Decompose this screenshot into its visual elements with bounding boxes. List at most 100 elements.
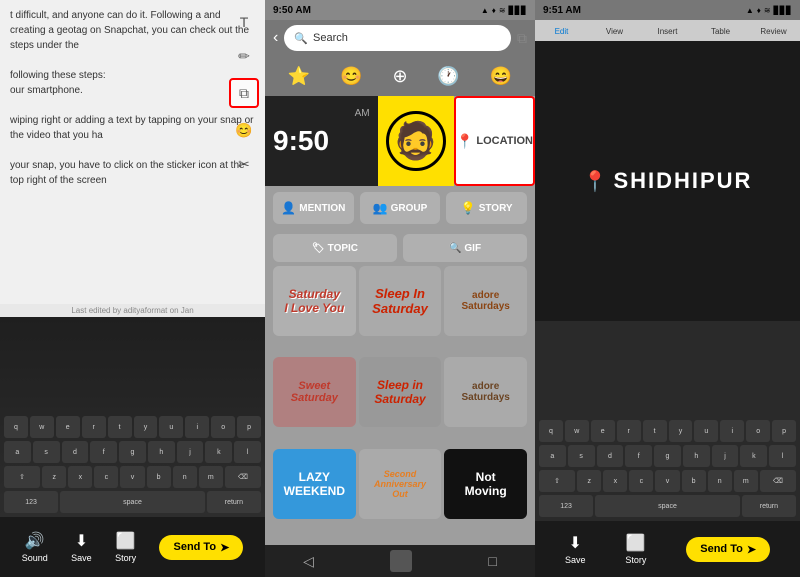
kb-key[interactable]: w [565,420,589,442]
kb-backspace[interactable]: ⌫ [225,466,261,488]
kb-key[interactable]: e [56,416,80,438]
kb-key[interactable]: l [769,445,796,467]
kb-key[interactable]: d [62,441,89,463]
kb-key[interactable]: n [173,466,197,488]
kb-123[interactable]: 123 [539,495,593,517]
right-send-to-button[interactable]: Send To ➤ [686,537,770,562]
gif-filter-button[interactable]: 🔍 GIF [403,234,527,262]
snap-clock-sticker[interactable]: 9:50 AM [265,96,378,186]
kb-space[interactable]: space [595,495,740,517]
kb-key[interactable]: r [617,420,641,442]
kb-key[interactable]: s [33,441,60,463]
kb-key[interactable]: u [159,416,183,438]
sticker-icon-highlighted[interactable]: ⧉ [229,78,259,108]
category-clock-icon[interactable]: 🕐 [437,66,459,87]
topic-filter-button[interactable]: 🏷 TOPIC [273,234,397,262]
kb-key[interactable]: j [712,445,739,467]
kb-key[interactable]: k [740,445,767,467]
sticker-item[interactable]: LAZYWEEKEND [273,449,356,519]
kb-key[interactable]: p [237,416,261,438]
kb-key[interactable]: l [234,441,261,463]
pencil-icon[interactable]: ✏ [232,44,256,68]
category-face-icon[interactable]: 😄 [490,66,512,87]
tab-edit[interactable]: Edit [535,20,588,41]
sticker-item[interactable]: SaturdayI Love You [273,266,356,336]
story-sticker-button[interactable]: 💡 STORY [446,192,527,224]
tab-table[interactable]: Table [694,20,747,41]
kb-key[interactable]: u [694,420,718,442]
kb-key[interactable]: b [147,466,171,488]
kb-key[interactable]: x [603,470,627,492]
kb-key[interactable]: h [148,441,175,463]
right-story-button[interactable]: ⬜ Story [625,533,646,565]
sticker-item[interactable]: SecondAnniversaryOut [359,449,442,519]
tab-review[interactable]: Review [747,20,800,41]
back-button[interactable]: ‹ [273,29,278,47]
kb-123[interactable]: 123 [4,491,58,513]
kb-key[interactable]: e [591,420,615,442]
kb-key[interactable]: i [720,420,744,442]
snap-avatar-sticker[interactable]: 🧔 [378,96,454,186]
kb-key[interactable]: a [539,445,566,467]
kb-key[interactable]: q [539,420,563,442]
kb-key[interactable]: y [669,420,693,442]
mention-button[interactable]: 👤 MENTION [273,192,354,224]
sticker-item[interactable]: adoreSaturdays [444,357,527,427]
save-button[interactable]: ⬇ Save [71,531,92,563]
tab-insert[interactable]: Insert [641,20,694,41]
kb-key[interactable]: m [734,470,758,492]
kb-backspace[interactable]: ⌫ [760,470,796,492]
kb-key[interactable]: k [205,441,232,463]
kb-key[interactable]: s [568,445,595,467]
story-button[interactable]: ⬜ Story [115,531,136,563]
kb-shift[interactable]: ⇧ [539,470,575,492]
kb-key[interactable]: x [68,466,92,488]
kb-key[interactable]: p [772,420,796,442]
kb-return[interactable]: return [742,495,796,517]
kb-key[interactable]: q [4,416,28,438]
category-star-icon[interactable]: ⭐ [288,66,310,87]
sticker-item[interactable]: Sleep InSaturday [359,266,442,336]
kb-key[interactable]: n [708,470,732,492]
kb-key[interactable]: c [629,470,653,492]
kb-key[interactable]: y [134,416,158,438]
sticker-item[interactable]: NotMoving [444,449,527,519]
sticker-toggle-icon[interactable]: ⧉ [517,30,527,47]
text-icon[interactable]: T [232,10,256,34]
nav-home-button[interactable] [390,550,412,572]
sticker-item[interactable]: Sleep inSaturday [359,357,442,427]
kb-key[interactable]: i [185,416,209,438]
location-sticker[interactable]: 📍 LOCATION [454,96,535,186]
kb-key[interactable]: r [82,416,106,438]
kb-key[interactable]: a [4,441,31,463]
kb-key[interactable]: o [211,416,235,438]
kb-key[interactable]: t [643,420,667,442]
category-circle-icon[interactable]: ⊕ [392,66,407,87]
kb-key[interactable]: z [42,466,66,488]
kb-key[interactable]: f [625,445,652,467]
tab-view[interactable]: View [588,20,641,41]
kb-key[interactable]: m [199,466,223,488]
kb-key[interactable]: b [682,470,706,492]
kb-key[interactable]: o [746,420,770,442]
kb-key[interactable]: c [94,466,118,488]
category-emoji-icon[interactable]: 😊 [340,66,362,87]
right-save-button[interactable]: ⬇ Save [565,533,586,565]
kb-return[interactable]: return [207,491,261,513]
kb-key[interactable]: g [119,441,146,463]
kb-key[interactable]: d [597,445,624,467]
kb-key[interactable]: z [577,470,601,492]
search-input[interactable]: 🔍 Search [284,25,511,51]
sound-button[interactable]: 🔊 Sound [22,531,48,563]
kb-shift[interactable]: ⇧ [4,466,40,488]
kb-key[interactable]: f [90,441,117,463]
nav-back-button[interactable]: ◁ [303,553,314,570]
kb-key[interactable]: h [683,445,710,467]
kb-key[interactable]: v [120,466,144,488]
kb-key[interactable]: w [30,416,54,438]
kb-key[interactable]: j [177,441,204,463]
kb-space[interactable]: space [60,491,205,513]
emoji-icon[interactable]: 😊 [232,118,256,142]
kb-key[interactable]: v [655,470,679,492]
sticker-item[interactable]: SweetSaturday [273,357,356,427]
